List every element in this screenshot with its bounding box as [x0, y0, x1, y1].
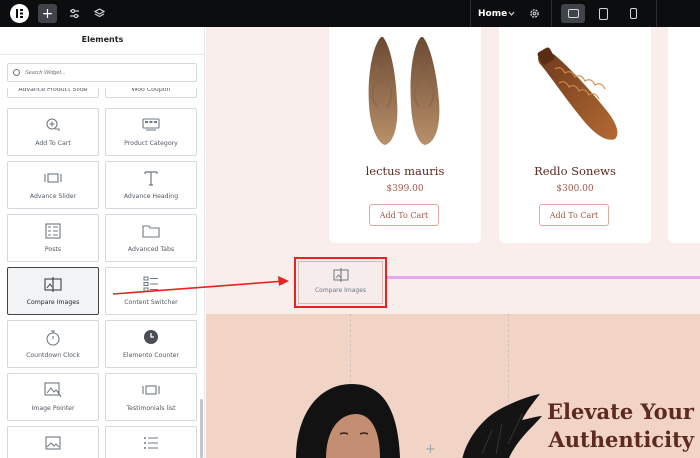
compare-images-icon [333, 267, 349, 282]
heading-icon [142, 170, 160, 186]
drop-indicator-line [382, 276, 700, 279]
add-section-plus-icon[interactable]: + [425, 442, 436, 457]
desktop-icon [567, 9, 579, 18]
separator [656, 0, 657, 27]
search-box[interactable] [7, 63, 197, 82]
hero-section: Elevate Your Authenticity + [206, 314, 700, 458]
widget-content-switcher[interactable]: Content Switcher [105, 267, 197, 315]
widget-label: Content Switcher [124, 299, 178, 306]
search-icon [13, 69, 20, 76]
add-to-cart-button[interactable]: Add To Cart [539, 204, 609, 226]
desktop-view-button[interactable] [561, 4, 585, 23]
counter-icon [142, 329, 160, 345]
image-pointer-icon [44, 382, 62, 398]
product-title[interactable]: Redlo Sonews [499, 164, 651, 178]
separator [551, 0, 552, 27]
site-settings-button[interactable] [66, 4, 82, 23]
widget-add-to-cart[interactable]: Add To Cart [7, 108, 99, 156]
widget-advance-heading[interactable]: Advance Heading [105, 161, 197, 209]
list-icon [142, 435, 160, 451]
product-title[interactable]: lectus mauris [329, 164, 481, 178]
advance-slider-icon [44, 170, 62, 186]
image-icon [44, 435, 62, 451]
widget-posts[interactable]: Posts [7, 214, 99, 262]
testimonials-icon [142, 382, 160, 398]
top-bar: + Home [0, 0, 700, 27]
plus-icon: + [41, 5, 54, 22]
page-settings-button[interactable] [527, 4, 541, 23]
panel-scrollbar[interactable] [200, 399, 203, 458]
add-to-cart-button[interactable]: Add To Cart [369, 204, 439, 226]
widget-label: Countdown Clock [26, 352, 80, 359]
tablet-view-button[interactable] [591, 4, 615, 23]
hero-heading-line-1: Elevate Your [546, 399, 694, 424]
widget-testimonials-list[interactable]: Testimonials list [105, 373, 197, 421]
widget-list[interactable] [105, 426, 197, 458]
widget-label: Posts [44, 246, 62, 253]
product-image [537, 47, 618, 140]
widget-label: Advanced Tabs [127, 246, 175, 253]
product-card [668, 27, 700, 243]
posts-icon [44, 223, 62, 239]
panel-title: Elements [81, 35, 124, 44]
widget-image[interactable] [7, 426, 99, 458]
dragged-widget-compare-images[interactable]: Compare Images [294, 257, 387, 308]
widget-label: Advance Heading [123, 193, 179, 200]
widget-product-category[interactable]: Product Category [105, 108, 197, 156]
elementor-editor: + Home Elements Search Widget... Advance… [0, 0, 700, 458]
compare-images-icon [44, 276, 62, 292]
add-element-button[interactable]: + [38, 4, 57, 23]
widget-image-pointer[interactable]: Image Pointer [7, 373, 99, 421]
product-price: $399.00 [386, 184, 424, 194]
sliders-icon [69, 8, 79, 19]
mobile-icon [629, 8, 637, 19]
product-price: $300.00 [556, 184, 594, 194]
hero-hair-image [462, 394, 542, 458]
stopwatch-icon [44, 329, 62, 346]
tablet-icon [598, 7, 608, 20]
mobile-view-button[interactable] [621, 4, 645, 23]
widget-countdown-clock[interactable]: Countdown Clock [7, 320, 99, 368]
hero-heading-line-2: Authenticity [548, 427, 694, 452]
product-card: Redlo Sonews $300.00 Add To Cart [499, 27, 651, 243]
widget-label: Testimonials list [126, 405, 176, 412]
widget-compare-images[interactable]: Compare Images [7, 267, 99, 315]
widget-label: Product Category [124, 140, 178, 147]
gear-icon [529, 9, 539, 18]
product-category-icon [142, 117, 160, 133]
widget-label: Compare Images [26, 299, 80, 306]
tabs-icon [142, 223, 160, 239]
add-to-cart-icon [44, 117, 62, 133]
search-input[interactable] [25, 69, 185, 76]
product-image [368, 37, 440, 145]
page-canvas: lectus mauris $399.00 Add To Cart Redlo … [206, 27, 700, 458]
structure-button[interactable] [91, 4, 107, 23]
elementor-logo-icon[interactable] [10, 4, 29, 23]
product-card: lectus mauris $399.00 Add To Cart [329, 27, 481, 243]
widget-advanced-tabs[interactable]: Advanced Tabs [105, 214, 197, 262]
widget-label: Image Pointer [31, 405, 75, 412]
hero-model-image [296, 384, 400, 458]
layers-icon [93, 8, 105, 18]
separator [470, 0, 471, 27]
widget-label: Add To Cart [35, 140, 71, 147]
hero-heading[interactable]: Elevate Your Authenticity [547, 398, 694, 454]
widget-label: Advance Slider [29, 193, 77, 200]
chevron-down-icon[interactable] [506, 4, 516, 23]
widget-label: Elemento Counter [122, 352, 180, 359]
content-switcher-icon [142, 276, 160, 292]
widget-elemento-counter[interactable]: Elemento Counter [105, 320, 197, 368]
elements-panel: Elements Advance Product Slide Woo Coupo… [0, 27, 205, 458]
widget-advance-slider[interactable]: Advance Slider [7, 161, 99, 209]
